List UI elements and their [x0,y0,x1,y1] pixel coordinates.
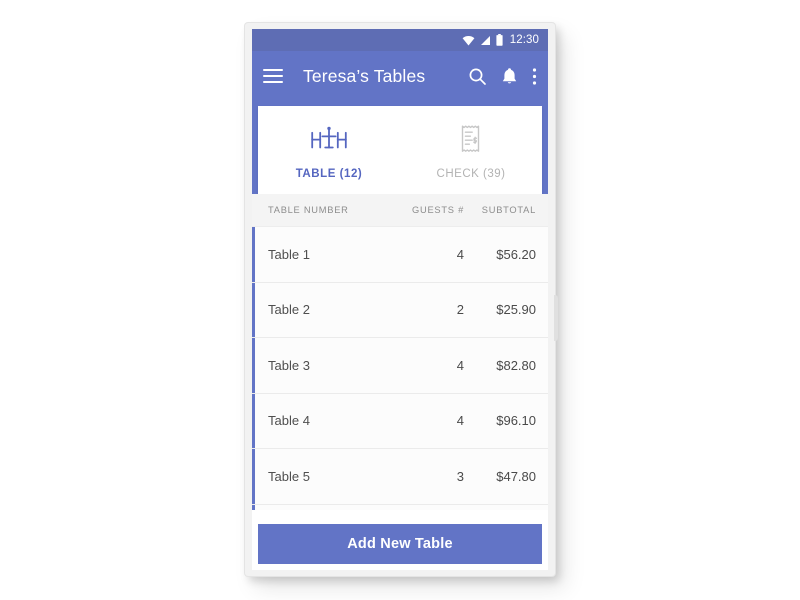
row-subtotal: $82.80 [496,357,536,373]
row-guests: 2 [456,302,464,318]
table-row[interactable]: Table 2 2 $25.90 [252,282,548,338]
row-accent-bar [252,282,255,337]
add-new-table-button[interactable]: Add New Table [258,524,542,564]
row-guests: 4 [456,357,464,373]
row-guests: 4 [456,246,464,262]
row-accent-bar [252,449,255,504]
notifications-bell-icon[interactable] [501,67,518,86]
row-subtotal: $96.10 [496,413,536,429]
table-row-partial[interactable] [252,504,548,510]
table-row[interactable]: Table 3 4 $82.80 [252,338,548,394]
row-accent-bar [252,338,255,393]
table-list[interactable]: Table 1 4 $56.20 Table 2 2 $25.90 Table … [252,227,548,510]
row-table-number: Table 2 [268,302,310,318]
row-subtotal: $56.20 [496,246,536,262]
phone-screen: 12:30 Teresa’s Tables TABLE (12) CHECK (… [252,29,548,570]
row-guests: 3 [456,468,464,484]
row-subtotal: $25.90 [496,302,536,318]
column-header-guests: GUESTS # [412,205,464,215]
receipt-icon [459,124,484,159]
wifi-icon [462,35,475,46]
tabs-container: TABLE (12) CHECK (39) [252,101,548,194]
status-bar-clock: 12:30 [509,34,539,46]
phone-device-frame: 12:30 Teresa’s Tables TABLE (12) CHECK (… [245,23,558,576]
tab-check[interactable]: CHECK (39) [400,106,542,194]
search-icon[interactable] [468,67,487,86]
column-header-table-number: TABLE NUMBER [268,205,349,215]
battery-icon [496,34,503,46]
table-row[interactable]: Table 1 4 $56.20 [252,227,548,283]
row-accent-bar [252,504,255,510]
tab-table-label: TABLE (12) [295,167,363,180]
list-column-headers: TABLE NUMBER GUESTS # SUBTOTAL [252,194,548,227]
row-table-number: Table 1 [268,246,310,262]
tab-check-label: CHECK (39) [436,168,506,180]
row-accent-bar [252,393,255,448]
app-bar-actions [468,67,537,86]
row-subtotal: $47.80 [496,468,536,484]
app-bar: Teresa’s Tables [252,51,548,101]
table-row[interactable]: Table 4 4 $96.10 [252,393,548,449]
row-table-number: Table 5 [268,468,310,484]
table-row[interactable]: Table 5 3 $47.80 [252,449,548,505]
row-accent-bar [252,227,255,282]
page-title: Teresa’s Tables [303,65,426,86]
row-guests: 4 [456,413,464,429]
signal-icon [480,35,491,46]
hamburger-menu-icon[interactable] [263,69,283,83]
phone-side-button[interactable] [554,295,558,341]
row-table-number: Table 4 [268,413,310,429]
overflow-menu-icon[interactable] [532,67,537,86]
column-header-subtotal: SUBTOTAL [481,205,536,215]
status-bar: 12:30 [252,29,548,51]
table-with-chairs-icon [309,125,349,159]
row-table-number: Table 3 [268,357,310,373]
tabs-card: TABLE (12) CHECK (39) [258,106,542,194]
tab-table[interactable]: TABLE (12) [258,106,400,194]
